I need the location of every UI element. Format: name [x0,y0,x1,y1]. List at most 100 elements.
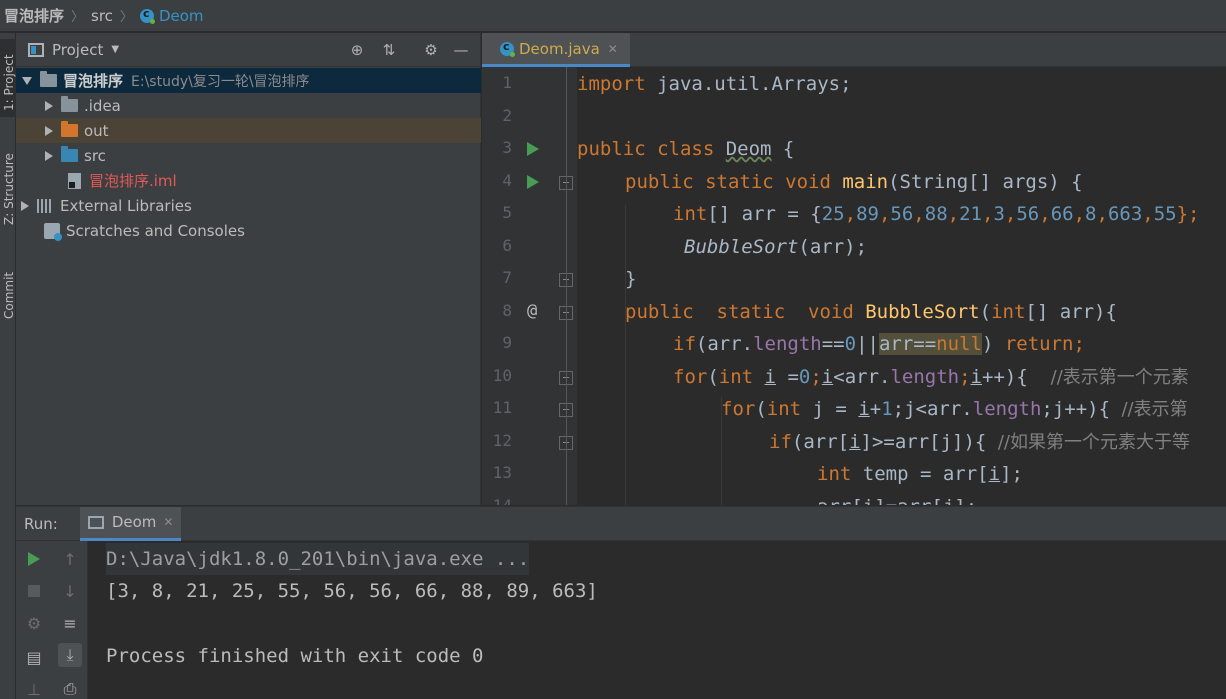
tree-item-src[interactable]: src [16,143,481,168]
annotation-icon[interactable]: @ [527,301,537,321]
code-token: int [673,203,708,225]
run-class-icon[interactable] [527,142,539,156]
tree-item-label: External Libraries [60,196,192,215]
code-token: [] arr){ [1025,301,1117,323]
print-button[interactable]: ⎙ [58,677,82,699]
code-token: ;j++){ [1041,398,1122,420]
run-tab-deom[interactable]: Deom ✕ [79,506,182,541]
code-token: for [721,398,756,420]
code-token-highlight: arr==null [878,333,982,355]
layout-button[interactable]: ▤ [22,645,46,669]
tree-item-root[interactable]: 冒泡排序 E:\study\复习一轮\冒泡排序 [16,68,481,93]
line-number: 10 [492,366,512,385]
code-token: ;j<arr. [892,398,973,420]
scroll-to-end-button[interactable]: ⤓ [58,643,82,667]
code-token: ( [707,366,719,388]
collapse-icon[interactable]: ⇅ [378,41,400,59]
code-comment: //如果第一个元素大于等 [997,432,1190,453]
indent-guide [625,205,626,505]
module-file-icon [68,172,81,189]
arrow-up-icon: ↑ [63,549,77,569]
scroll-down-button[interactable]: ↓ [58,579,82,603]
soft-wrap-button[interactable]: ≡ [58,611,82,635]
editor-tab-label: Deom.java [519,39,600,58]
console-line-output: [3, 8, 21, 25, 55, 56, 56, 66, 88, 89, 6… [106,580,598,602]
tree-item-label: src [84,146,106,165]
arrow-down-icon: ↓ [63,581,77,601]
code-token: if [673,333,696,355]
tree-item-iml[interactable]: 冒泡排序.iml [16,168,481,193]
breadcrumb-src[interactable]: src [91,7,113,25]
code-token: (String[] args) { [888,171,1083,193]
pin-button[interactable]: ⊥ [22,677,46,699]
chevron-right-icon[interactable] [45,150,53,161]
line-number: 7 [502,268,512,287]
code-token: , [1096,203,1108,225]
code-token: int [991,301,1026,323]
code-token: Deom [725,138,772,160]
tree-item-idea[interactable]: .idea [16,93,481,118]
code-line-13: int temp = arr[i]; [817,460,1023,488]
code-line-7: } [625,265,636,293]
chevron-down-icon[interactable]: ▼ [111,44,119,55]
rerun-button[interactable] [22,547,46,571]
chevron-right-icon[interactable] [45,125,53,136]
line-number: 6 [502,236,512,255]
code-token: 56 [1016,203,1040,225]
chevron-right-icon[interactable] [21,200,29,211]
chevron-right-icon[interactable] [45,100,53,111]
code-token: ; [1073,333,1085,355]
run-main-icon[interactable] [527,175,539,189]
close-icon[interactable]: ✕ [163,515,173,529]
editor-tab-deom-java[interactable]: Deom.java ✕ [482,33,630,67]
minimize-icon[interactable]: — [450,41,472,59]
module-folder-icon [40,71,57,87]
line-number: 12 [492,431,512,450]
code-line-5: int[] arr = {25,89,56,88,21,3,56,66,8,66… [673,200,1200,228]
code-editor: Deom.java ✕ 1 2 3 4 5 6 7 8 9 10 11 12 1… [482,33,1226,505]
code-token: 25 [821,203,845,225]
code-token: int [718,366,765,388]
tree-item-external-libraries[interactable]: External Libraries [16,193,481,218]
code-token: i [988,463,1001,485]
tree-item-scratches[interactable]: Scratches and Consoles [16,218,481,243]
stop-button[interactable] [22,579,46,603]
chevron-down-icon[interactable] [22,76,32,85]
code-token: ]; [1000,463,1023,485]
tab-structure[interactable]: Z: Structure [0,145,16,229]
editor-tab-bar: Deom.java ✕ [482,33,1226,67]
tab-project[interactable]: 1: Project [0,39,16,117]
code-token: ++){ [982,366,1051,388]
code-token: ]>=arr[j]){ [860,431,998,453]
code-token: i [858,398,870,420]
crosshair-icon[interactable]: ⊕ [346,41,368,59]
run-tool-window: Run: Deom ✕ ↑ ↓ ⚙ ≡ ▤ ⤓ ⊥ ⎙ D:\Java\jdk1… [16,506,1226,699]
line-number: 4 [502,171,512,190]
code-token: arr== [878,333,937,355]
project-panel-title[interactable]: Project [52,41,103,59]
close-icon[interactable]: ✕ [608,42,618,56]
gear-icon[interactable]: ⚙ [420,41,442,59]
scroll-up-button[interactable]: ↑ [58,547,82,571]
breadcrumb-project[interactable]: 冒泡排序 [4,5,64,26]
code-token: arr[i]=arr[j]; [817,496,977,505]
run-tab-label: Deom [111,513,157,531]
tab-project-label: 1: Project [2,54,16,111]
code-line-4: public static void main(String[] args) { [625,168,1083,196]
editor-gutter: 1 2 3 4 5 6 7 8 9 10 11 12 13 14 @ [482,67,577,505]
code-token: i [764,366,776,388]
debug-settings-button[interactable]: ⚙ [22,611,46,635]
line-number: 5 [502,203,512,222]
code-token: int [817,463,863,485]
code-line-14: arr[i]=arr[j]; [817,493,977,505]
code-token: , [981,203,994,225]
scratches-icon [44,222,62,241]
console-line-command: D:\Java\jdk1.8.0_201\bin\java.exe ... [106,543,530,575]
tab-commit[interactable]: Commit [0,265,16,325]
breadcrumb-class[interactable]: Deom [139,7,204,25]
code-token: if [769,431,792,453]
code-token: length [972,398,1042,420]
tree-item-out[interactable]: out [16,118,481,143]
code-token: , [1142,203,1154,225]
code-token: return [1004,333,1074,355]
